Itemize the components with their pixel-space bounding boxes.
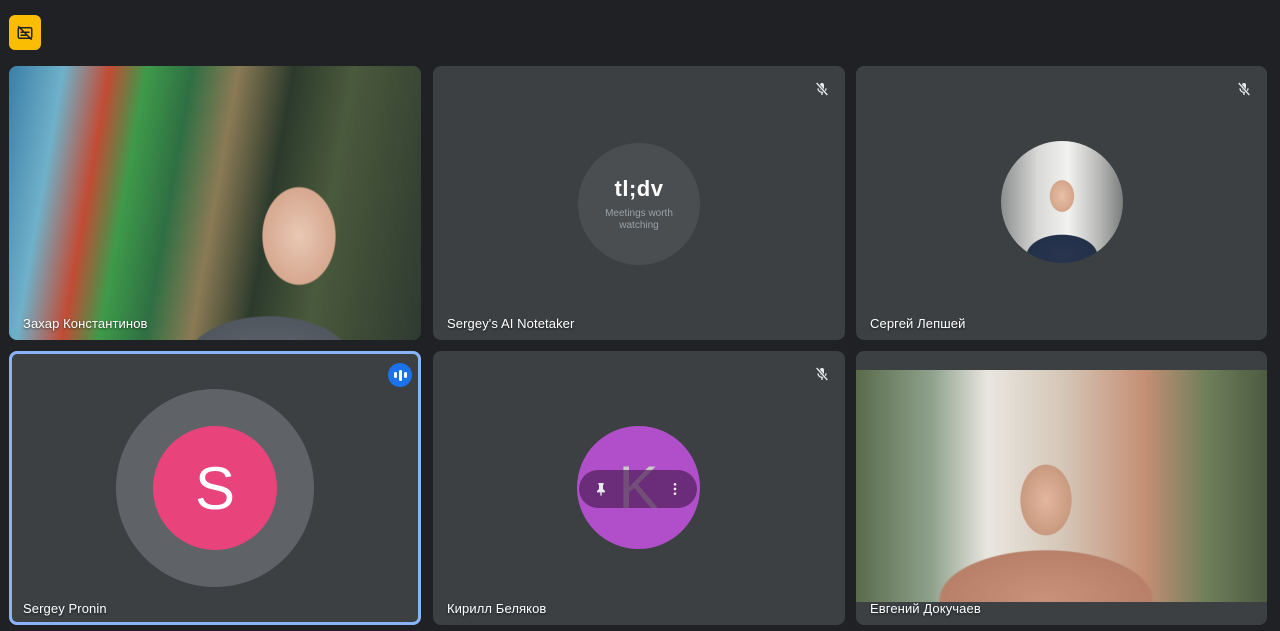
participant-avatar-photo: [1001, 141, 1123, 263]
more-vert-icon: [673, 483, 677, 495]
participant-tile-sergey-lepshey[interactable]: Сергей Лепшей: [856, 66, 1267, 340]
mic-off-icon: [815, 367, 829, 381]
mic-off-icon: [815, 82, 829, 96]
mic-off-indicator: [811, 78, 833, 100]
pin-button[interactable]: [591, 479, 611, 499]
captions-off-icon: [17, 25, 33, 40]
mic-off-icon: [1237, 82, 1251, 96]
tldv-tagline: Meetings worth watching: [605, 208, 673, 231]
participant-tile-notetaker[interactable]: tl;dv Meetings worth watching Sergey's A…: [433, 66, 845, 340]
captions-off-button[interactable]: [9, 15, 41, 50]
audio-level-bar: [403, 372, 407, 378]
participant-name: Евгений Докучаев: [870, 601, 981, 616]
pin-icon: [597, 483, 605, 496]
mic-off-indicator: [811, 363, 833, 385]
participant-name: Сергей Лепшей: [870, 316, 966, 331]
participant-avatar: S: [153, 426, 277, 550]
top-bar: [0, 0, 1280, 60]
participant-video: [9, 66, 421, 340]
audio-level-bar: [398, 369, 402, 381]
participant-tile-evgeny[interactable]: Евгений Докучаев: [856, 351, 1267, 625]
participant-tile-kirill[interactable]: K Кирилл Беляков: [433, 351, 845, 625]
participant-name: Sergey Pronin: [23, 601, 107, 616]
tile-hover-controls: [579, 470, 697, 508]
participant-video: [856, 370, 1267, 602]
participant-tile-sergey-pronin[interactable]: S Sergey Pronin: [9, 351, 421, 625]
avatar-letter: S: [194, 454, 236, 522]
tldv-logo-text: tl;dv: [614, 176, 664, 201]
mic-off-indicator: [1233, 78, 1255, 100]
speaking-indicator: [388, 363, 412, 387]
more-options-button[interactable]: [665, 479, 685, 499]
tldv-logo-avatar: tl;dv Meetings worth watching: [578, 143, 700, 265]
audio-level-bar: [393, 372, 397, 378]
participant-name: Sergey's AI Notetaker: [447, 316, 575, 331]
participant-tile-zahar[interactable]: Захар Константинов: [9, 66, 421, 340]
speaking-halo: S: [116, 389, 314, 587]
participant-name: Кирилл Беляков: [447, 601, 547, 616]
participant-name: Захар Константинов: [23, 316, 148, 331]
